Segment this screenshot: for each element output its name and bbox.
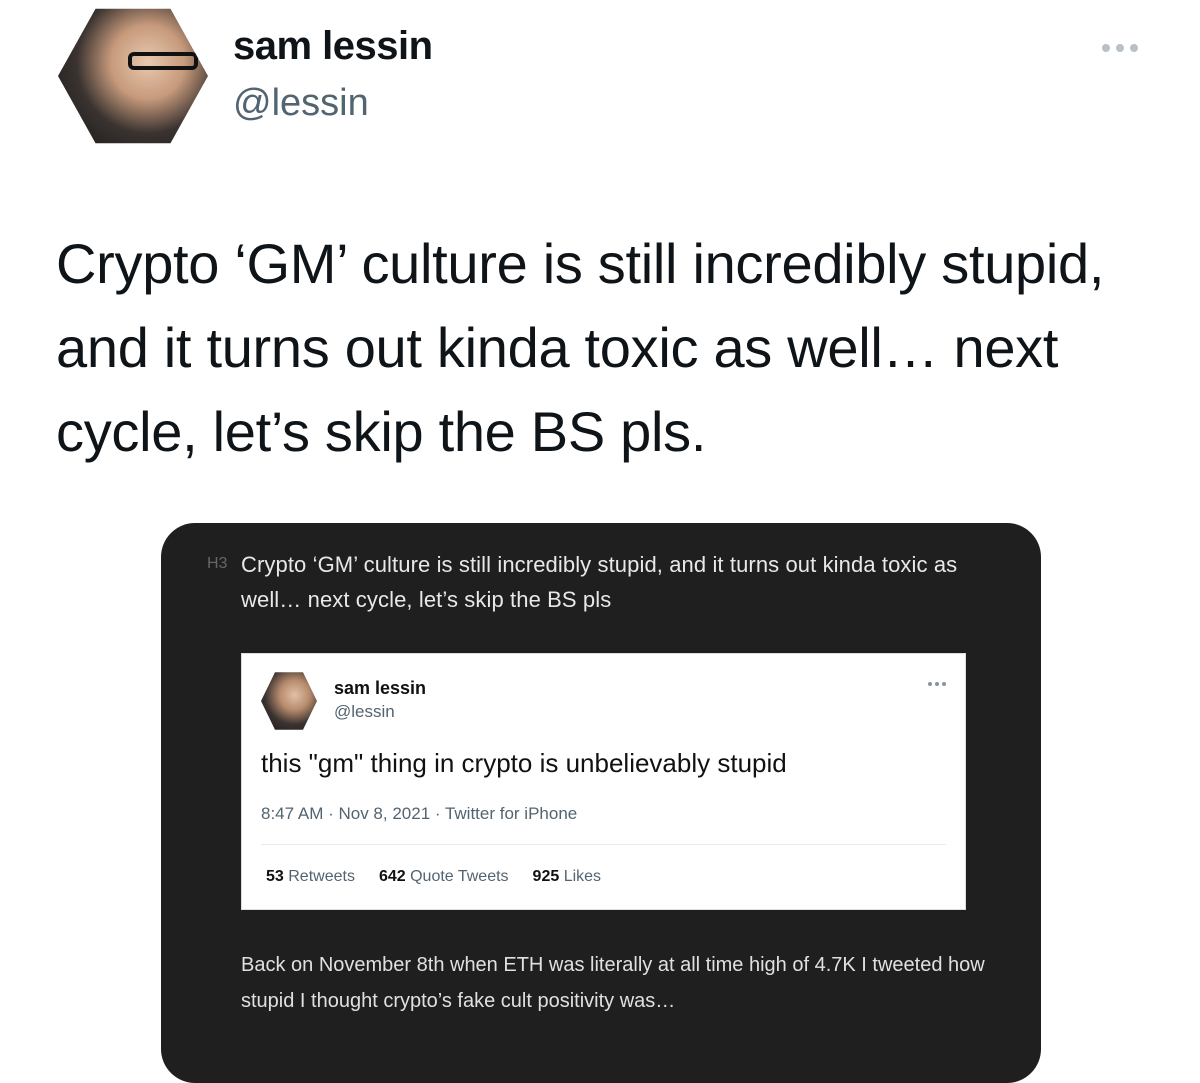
heading-level-marker: H3 bbox=[207, 555, 228, 572]
embedded-display-name: sam lessin bbox=[334, 678, 427, 698]
avatar[interactable] bbox=[58, 8, 208, 144]
divider bbox=[261, 844, 946, 845]
user-handle[interactable]: @lessin bbox=[233, 82, 369, 125]
glasses-detail bbox=[128, 52, 198, 70]
article-heading: Crypto ‘GM’ culture is still incredibly … bbox=[241, 552, 958, 612]
article-body-text: Back on November 8th when ETH was litera… bbox=[241, 954, 985, 1012]
embedded-handle: @lessin bbox=[334, 702, 395, 721]
dot-icon bbox=[1102, 44, 1110, 52]
stat-retweets: 53 Retweets bbox=[266, 868, 355, 885]
dot-icon bbox=[1130, 44, 1138, 52]
embedded-avatar bbox=[261, 672, 317, 730]
embedded-tweet-meta: 8:47 AM · Nov 8, 2021 · Twitter for iPho… bbox=[261, 804, 578, 823]
embedded-tweet-stats: 53 Retweets 642 Quote Tweets 925 Likes bbox=[266, 868, 625, 886]
stat-quote-tweets: 642 Quote Tweets bbox=[378, 868, 509, 885]
display-name[interactable]: sam lessin bbox=[233, 24, 433, 69]
dot-icon bbox=[1116, 44, 1124, 52]
tweet-media-image[interactable]: H3 Crypto ‘GM’ culture is still incredib… bbox=[161, 523, 1041, 1083]
more-options-icon[interactable] bbox=[1098, 38, 1142, 58]
embedded-tweet-text: this "gm" thing in crypto is unbelievabl… bbox=[261, 748, 787, 778]
embedded-more-icon bbox=[928, 682, 946, 686]
tweet-text: Crypto ‘GM’ culture is still incredibly … bbox=[56, 232, 1105, 463]
stat-likes: 925 Likes bbox=[532, 868, 602, 885]
embedded-tweet-card: sam lessin @lessin this "gm" thing in cr… bbox=[241, 653, 966, 910]
